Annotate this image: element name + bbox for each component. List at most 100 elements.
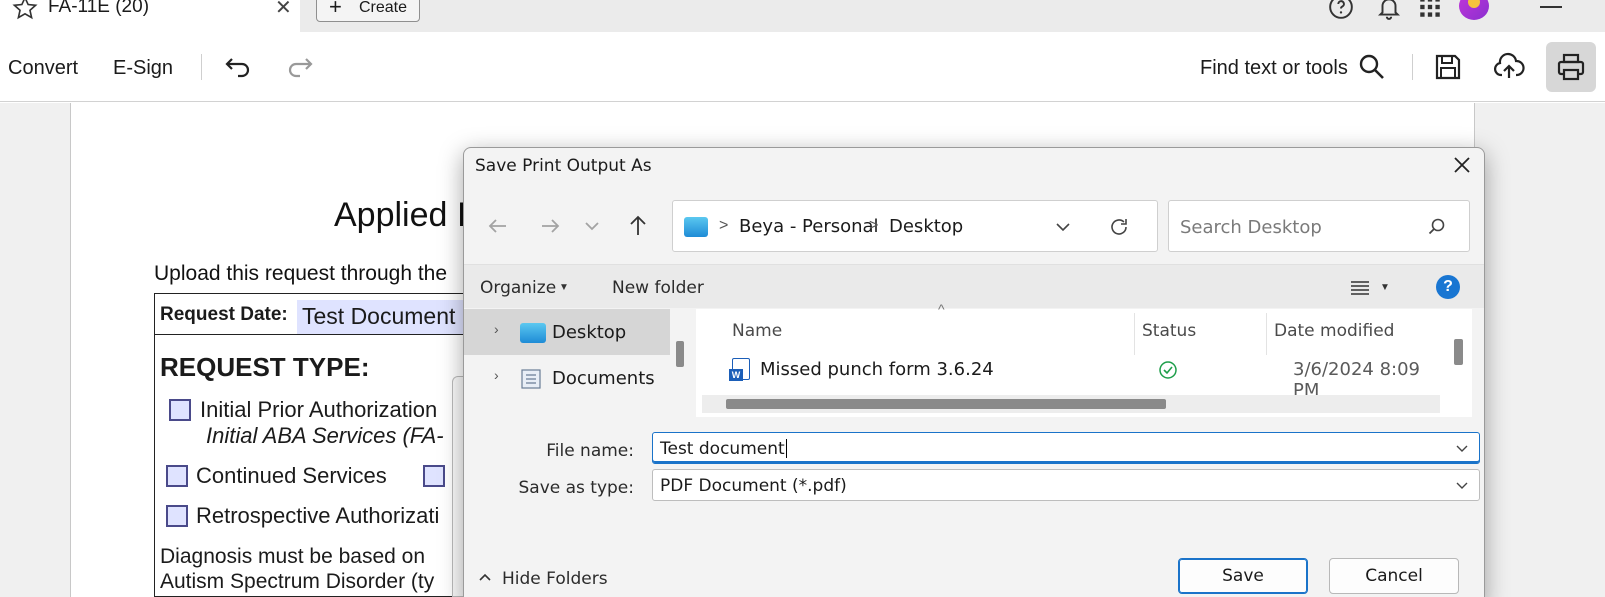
column-header-date[interactable]: Date modified — [1274, 321, 1394, 341]
organize-menu[interactable]: Organize — [480, 278, 556, 298]
table-divider — [154, 334, 494, 335]
organize-dropdown-icon: ▼ — [559, 282, 569, 293]
option-label: Initial Prior Authorization — [200, 397, 438, 422]
avatar-badge — [1468, 0, 1480, 8]
sidebar-item-documents[interactable]: › Documents — [464, 355, 670, 401]
initial-authorization-checkbox[interactable] — [169, 399, 191, 421]
chevron-down-icon[interactable] — [1455, 478, 1469, 492]
breadcrumb-personal[interactable]: Beya - Personal — [739, 216, 879, 237]
option-checkbox[interactable] — [423, 465, 445, 487]
refresh-icon[interactable] — [1107, 215, 1131, 239]
breadcrumb-separator: > — [719, 217, 729, 234]
expand-chevron-icon[interactable]: › — [494, 321, 499, 337]
cloud-upload-icon[interactable] — [1493, 51, 1525, 83]
sort-up-icon: ^ — [938, 301, 945, 317]
column-divider[interactable] — [1266, 313, 1267, 355]
address-dropdown-icon[interactable] — [1053, 217, 1073, 237]
tab-title: FA-11E (20) — [48, 0, 150, 17]
breadcrumb-desktop[interactable]: Desktop — [889, 216, 963, 237]
tab-close-icon[interactable]: ✕ — [275, 0, 292, 19]
avatar[interactable] — [1459, 0, 1489, 20]
search-input[interactable]: Search Desktop — [1168, 200, 1470, 252]
vertical-scroll-thumb[interactable] — [1454, 339, 1463, 365]
text-cursor — [785, 439, 787, 458]
tab-strip: FA-11E (20) ✕ + Create — [0, 0, 1605, 32]
save-dialog: Save Print Output As > Beya - Personal >… — [463, 147, 1485, 597]
option-label: Retrospective Authorizati — [196, 503, 440, 528]
documents-folder-icon — [521, 369, 541, 389]
request-date-label: Request Date: — [160, 304, 288, 325]
star-icon[interactable] — [12, 0, 38, 21]
save-type-label: Save as type: — [518, 478, 634, 498]
file-name-label: File name: — [546, 441, 634, 461]
expand-chevron-icon[interactable]: › — [494, 367, 499, 383]
breadcrumb-separator: > — [869, 217, 879, 234]
apps-grid-icon[interactable] — [1417, 0, 1443, 20]
help-icon[interactable]: ? — [1436, 275, 1460, 299]
option-label: Continued Services — [196, 463, 387, 488]
bell-icon[interactable] — [1376, 0, 1402, 20]
continued-services-checkbox[interactable] — [166, 465, 188, 487]
back-arrow-icon[interactable] — [484, 212, 512, 240]
redo-icon[interactable] — [284, 51, 316, 83]
document-title: Applied I — [334, 196, 467, 234]
esign-button[interactable]: E-Sign — [113, 57, 173, 80]
chevron-up-icon — [479, 573, 491, 581]
view-dropdown-icon[interactable]: ▼ — [1380, 282, 1390, 293]
address-bar[interactable]: > Beya - Personal > Desktop — [672, 200, 1158, 252]
find-tools-label[interactable]: Find text or tools — [1200, 57, 1348, 80]
recent-chevron-icon[interactable] — [578, 212, 606, 240]
sidebar-item-desktop[interactable]: › Desktop — [464, 309, 670, 355]
search-icon[interactable] — [1356, 51, 1388, 83]
new-folder-button[interactable]: New folder — [612, 278, 704, 298]
save-type-value: PDF Document (*.pdf) — [660, 476, 847, 496]
convert-button[interactable]: Convert — [8, 57, 78, 80]
create-label: Create — [359, 0, 408, 16]
save-type-select[interactable]: PDF Document (*.pdf) — [652, 469, 1480, 501]
word-document-icon: W — [729, 358, 750, 381]
chevron-down-icon[interactable] — [1455, 441, 1469, 455]
upload-instructions: Upload this request through the — [154, 262, 448, 285]
table-row[interactable]: W Missed punch form 3.6.24 3/6/2024 8:09… — [696, 355, 1446, 401]
retrospective-checkbox[interactable] — [166, 505, 188, 527]
file-name: Missed punch form 3.6.24 — [760, 359, 994, 380]
forward-arrow-icon[interactable] — [536, 212, 564, 240]
search-placeholder: Search Desktop — [1180, 217, 1322, 238]
command-bar: Organize ▼ New folder ▼ ? — [464, 264, 1484, 308]
request-date-value: Test Document — [302, 303, 456, 329]
document-tab[interactable]: FA-11E (20) ✕ — [0, 0, 300, 32]
sync-ok-icon — [1159, 361, 1177, 379]
undo-icon[interactable] — [222, 51, 254, 83]
toolbar-divider — [1412, 54, 1413, 80]
minimize-icon[interactable] — [1540, 6, 1562, 8]
help-circle-icon[interactable] — [1328, 0, 1354, 20]
up-arrow-icon[interactable] — [624, 212, 652, 240]
printer-icon — [1557, 53, 1585, 81]
main-toolbar: Convert E-Sign Find text or tools — [0, 32, 1605, 102]
view-list-icon[interactable] — [1350, 279, 1370, 297]
horizontal-scrollbar[interactable] — [702, 395, 1440, 413]
nav-scrollbar[interactable] — [676, 341, 684, 367]
file-name-field[interactable]: Test document — [652, 432, 1480, 464]
toolbar-divider — [201, 54, 202, 80]
save-button[interactable]: Save — [1178, 558, 1308, 594]
column-header-name[interactable]: Name — [732, 321, 782, 341]
diagnosis-text: Autism Spectrum Disorder (ty — [160, 570, 435, 593]
plus-icon: + — [329, 0, 342, 19]
sidebar-item-label: Documents — [552, 368, 655, 389]
column-divider[interactable] — [1134, 313, 1135, 355]
diagnosis-text: Diagnosis must be based on — [160, 545, 425, 568]
create-button[interactable]: + Create — [316, 0, 420, 22]
print-button[interactable] — [1546, 42, 1596, 92]
save-icon[interactable] — [1432, 51, 1464, 83]
navigation-pane: › Desktop › Documents — [464, 309, 686, 417]
hide-folders-label: Hide Folders — [502, 569, 608, 589]
file-list: ^ Name Status Date modified W Missed pun… — [696, 301, 1472, 417]
close-icon[interactable] — [1451, 154, 1473, 176]
search-icon[interactable] — [1427, 217, 1447, 237]
column-header-status[interactable]: Status — [1142, 321, 1196, 341]
horizontal-scroll-thumb[interactable] — [726, 399, 1166, 409]
cancel-button[interactable]: Cancel — [1329, 558, 1459, 594]
sidebar-item-label: Desktop — [552, 322, 627, 343]
desktop-folder-icon — [520, 323, 546, 343]
